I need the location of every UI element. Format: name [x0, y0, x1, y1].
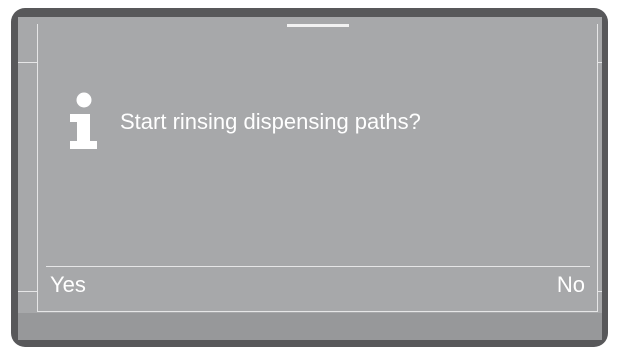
display-bottom-strip	[18, 313, 602, 340]
yes-button[interactable]: Yes	[50, 271, 86, 299]
frame-tick-bottom-right	[597, 291, 602, 292]
frame-tick-bottom-left	[18, 291, 38, 292]
dialog-message: Start rinsing dispensing paths?	[120, 109, 421, 134]
page-indicator	[287, 24, 349, 27]
frame-tick-top-left	[18, 62, 38, 63]
no-button[interactable]: No	[557, 271, 585, 299]
frame-line-left	[37, 24, 38, 312]
display-screen	[18, 17, 602, 340]
frame-line-bottom	[37, 311, 598, 312]
frame-line-right	[597, 24, 598, 312]
softkey-separator	[46, 266, 590, 267]
info-icon	[66, 91, 100, 151]
frame-tick-top-right	[597, 62, 602, 63]
